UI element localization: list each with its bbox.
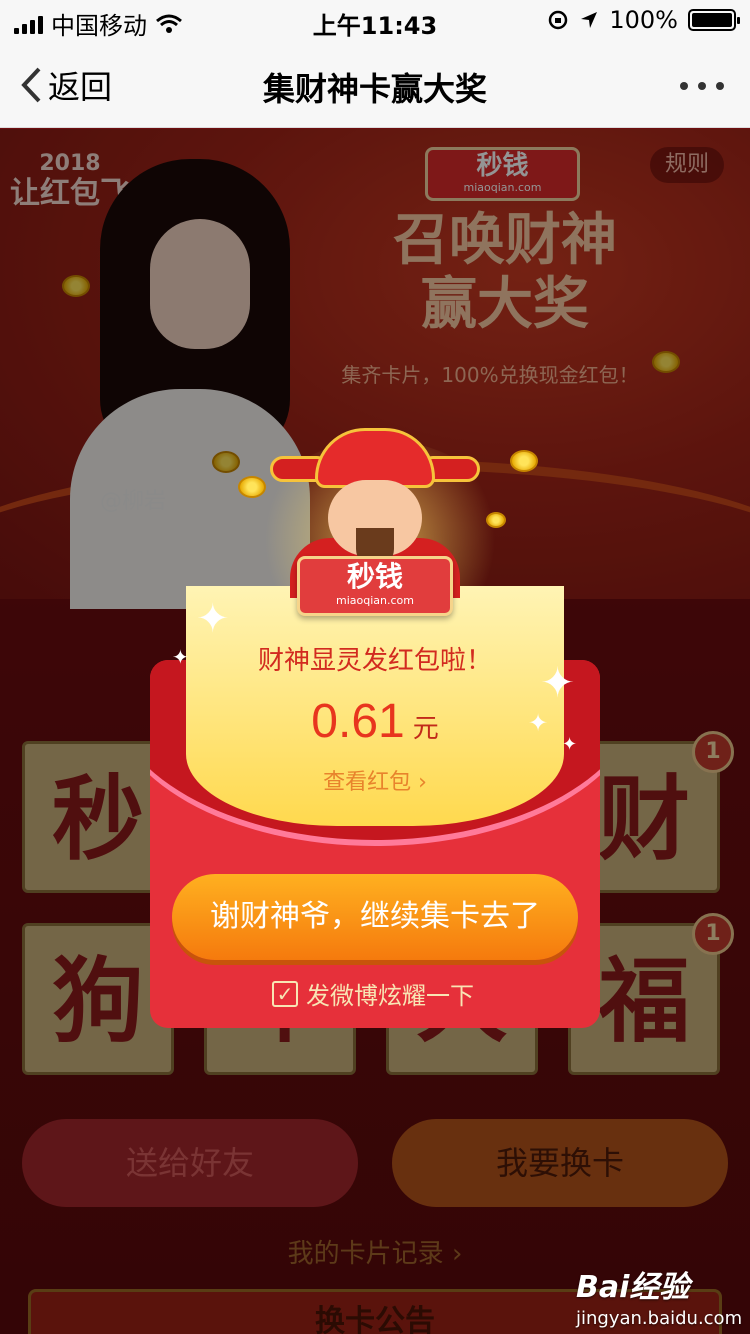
reward-amount: 0.61 元 [311,695,439,748]
chevron-right-icon: › [418,770,427,795]
coin-icon [238,476,266,498]
modal-brand-logo: 秒钱 miaoqian.com [297,556,453,616]
baidu-watermark: Bai经验 jingyan.baidu.com [576,1270,743,1329]
battery-icon [688,9,740,31]
share-weibo-label: 发微博炫耀一下 [306,982,474,1010]
view-red-packet-link[interactable]: 查看红包 › [186,764,564,796]
page-title: 集财神卡赢大奖 [262,70,487,108]
nav-bar: 返回 集财神卡赢大奖 [0,40,750,128]
continue-collecting-button[interactable]: 谢财神爷，继续集卡去了 [172,874,578,960]
share-weibo-checkbox[interactable]: ✓ 发微博炫耀一下 [272,976,474,1011]
orientation-lock-icon [549,10,568,30]
status-bar: 中国移动 上午11:43 100% [0,0,750,40]
modal-title: 财神显灵发红包啦！ [257,646,492,676]
coin-icon [486,512,506,528]
sparkle-icon: ✦ [196,596,230,642]
more-menu-button[interactable] [680,82,724,90]
location-icon [581,12,598,28]
sparkle-icon: ✦ [562,734,578,755]
checkmark-icon: ✓ [272,980,298,1007]
coin-icon [510,450,538,472]
battery-percent: 100% [609,6,678,34]
